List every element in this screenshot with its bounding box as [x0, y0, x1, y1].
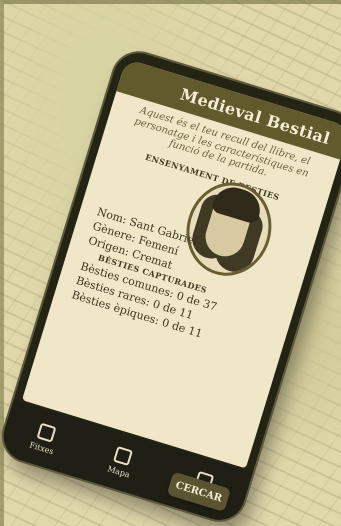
nav-mapa-label: Mapa — [106, 463, 132, 480]
nav-item-mapa[interactable]: Mapa — [107, 445, 137, 479]
nav-item-fitxes[interactable]: Fitxes — [28, 421, 60, 456]
nav-fitxes-label: Fitxes — [28, 439, 55, 456]
photo: Medieval Bestial Aquest és el teu recull… — [0, 0, 341, 526]
fitxes-icon — [36, 422, 57, 443]
map-icon — [113, 445, 134, 466]
